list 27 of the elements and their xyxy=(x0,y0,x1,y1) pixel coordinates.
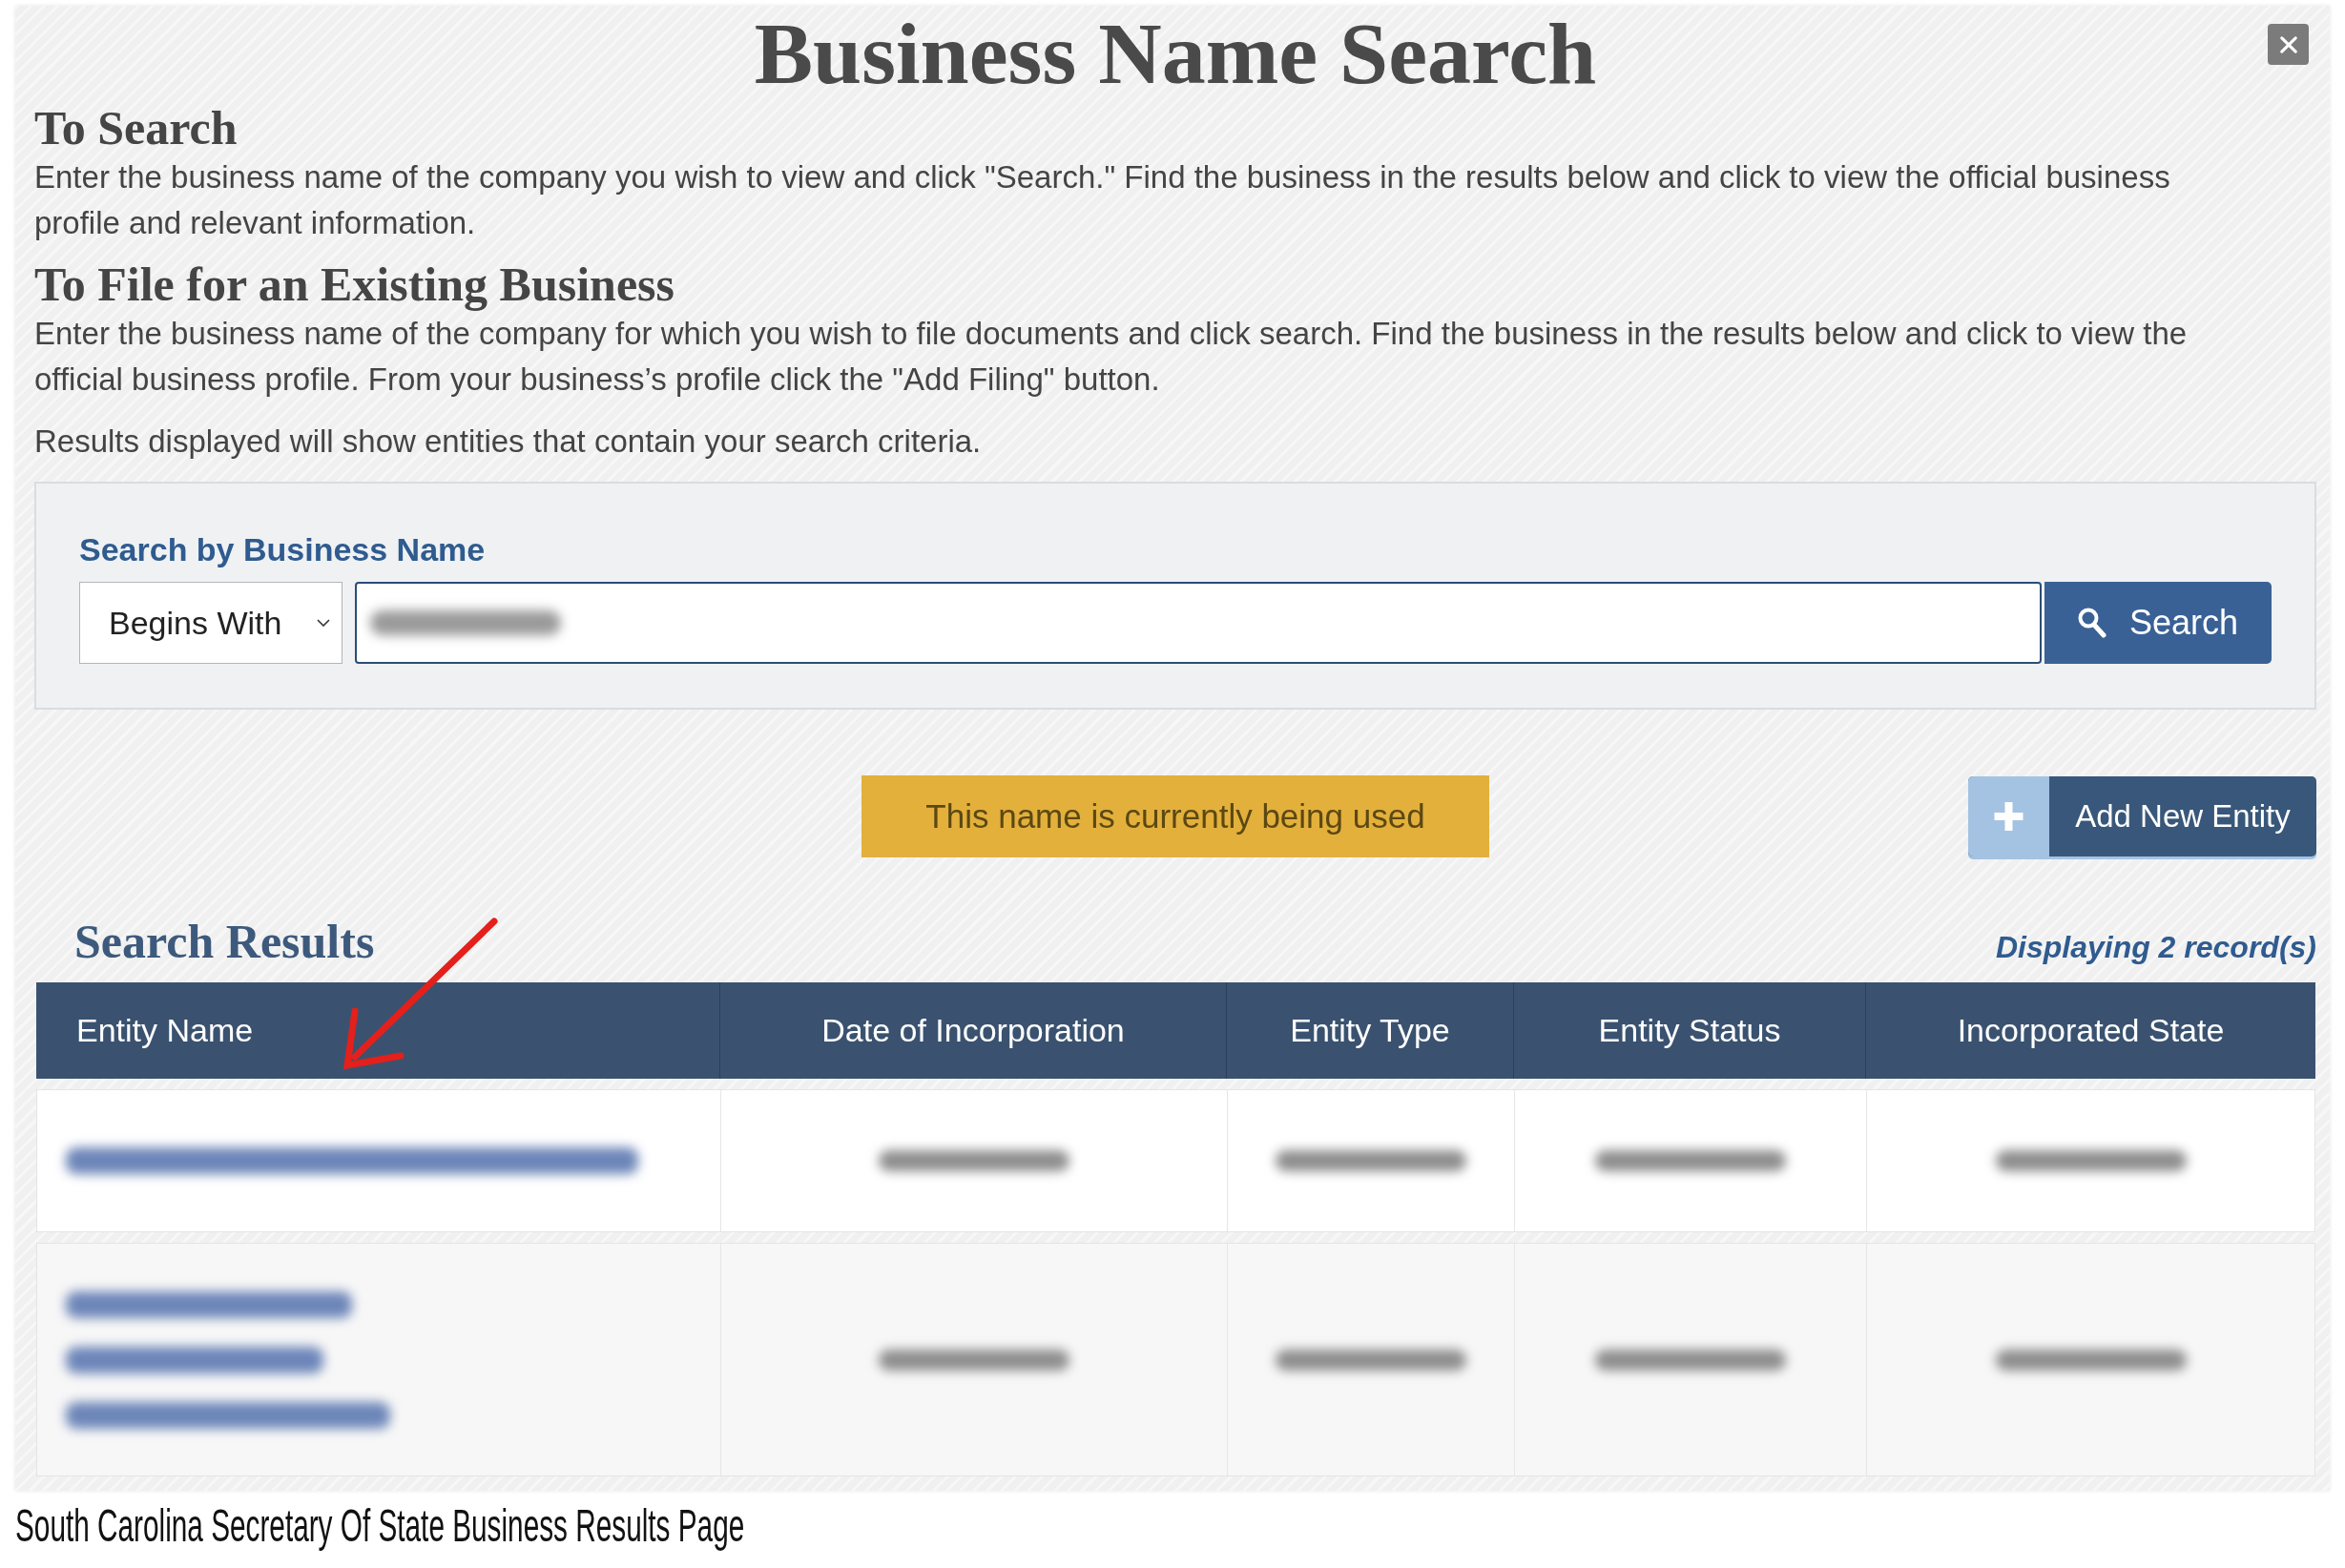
search-button[interactable]: Search xyxy=(2044,582,2272,664)
results-heading: Search Results xyxy=(74,915,375,968)
instruction-text: Enter the business name of the company for which you wish to file documents and click search. Find the business in the results below and click to view the official business profile. From your business’s profile click the "Add Filing" button. xyxy=(34,315,2189,399)
record-count: Displaying 2 record(s) xyxy=(1995,928,2316,965)
search-label: Search by Business Name xyxy=(79,530,486,568)
name-in-use-alert: This name is currently being used xyxy=(861,775,1489,857)
column-header[interactable]: Entity Type xyxy=(1226,982,1513,1079)
column-header[interactable]: Incorporated State xyxy=(1865,982,2315,1079)
column-header[interactable]: Entity Status xyxy=(1513,982,1865,1079)
add-new-entity-button[interactable]: Add New Entity xyxy=(1968,776,2316,856)
result-row[interactable] xyxy=(36,1243,2315,1476)
dialog-title: Business Name Search xyxy=(754,6,1597,101)
column-header[interactable]: Date of Incorporation xyxy=(719,982,1226,1079)
instruction-text: Enter the business name of the company you wish to view and click "Search." Find the business in the results below and click to view the official business profile and relevant information. xyxy=(34,158,2171,242)
match-mode-select[interactable]: Begins With xyxy=(79,582,342,664)
image-caption: South Carolina Secretary Of State Business Results Page xyxy=(15,1499,745,1553)
search-icon xyxy=(2077,608,2106,638)
plus-icon xyxy=(1968,776,2049,856)
result-row[interactable] xyxy=(36,1089,2315,1232)
note-text: Results displayed will show entities that contain your search criteria. xyxy=(34,423,982,461)
chevron-down-icon xyxy=(317,619,330,627)
close-button[interactable] xyxy=(2268,24,2309,65)
section-heading: To Search xyxy=(34,101,238,155)
column-header[interactable]: Entity Name xyxy=(36,982,719,1079)
section-heading: To File for an Existing Business xyxy=(34,258,674,311)
search-field[interactable] xyxy=(355,582,2042,664)
close-icon xyxy=(2279,35,2297,53)
